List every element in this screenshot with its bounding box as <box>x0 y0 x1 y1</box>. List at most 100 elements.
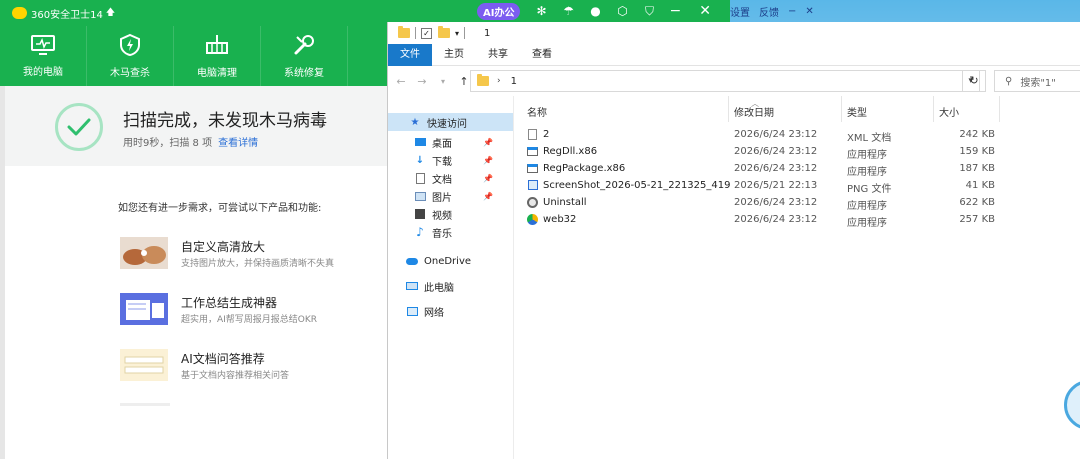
music-icon: ♪ <box>416 225 424 239</box>
search-input[interactable]: ⚲ 搜索"1" <box>994 70 1080 92</box>
xml-file-icon <box>527 128 538 140</box>
column-header-type[interactable]: 类型 <box>847 104 867 119</box>
sidebar-item-downloads[interactable]: ↓ 下载 📌 <box>414 151 513 169</box>
file-name: Uninstall <box>543 196 587 208</box>
product-name: 自定义高清放大 <box>181 240 266 254</box>
back-arrow-icon[interactable]: ← <box>393 75 409 88</box>
product-name: 工作总结生成神器 <box>181 296 278 310</box>
recent-dropdown-icon[interactable]: ▾ <box>435 77 451 86</box>
file-type: 应用程序 <box>847 150 887 161</box>
tab-home[interactable]: 主页 <box>432 44 476 66</box>
nav-system-repair[interactable]: 系统修复 <box>261 26 348 86</box>
sidebar-item-network[interactable]: 网络 <box>406 302 513 320</box>
sidebar-item-pictures[interactable]: 图片 📌 <box>414 187 513 205</box>
file-row[interactable]: ScreenShot_2026-05-21_221325_419 2026/5/… <box>515 177 1080 195</box>
view-details-link[interactable]: 查看详情 <box>218 138 258 149</box>
pin-icon[interactable]: 📌 <box>483 138 493 147</box>
feedback-link[interactable]: 反馈 <box>759 4 779 19</box>
shield-small-icon[interactable]: ⬡ <box>616 4 628 18</box>
sidebar-item-quick-access[interactable]: ★ 快速访问 <box>388 113 513 131</box>
document-icon <box>414 172 426 184</box>
breadcrumb[interactable]: 1 <box>511 76 517 87</box>
nav-trojan-scan[interactable]: 木马查杀 <box>87 26 174 86</box>
sidebar-item-desktop[interactable]: 桌面 📌 <box>414 133 513 151</box>
new-folder-icon[interactable] <box>438 26 450 38</box>
file-date: 2026/5/21 22:13 <box>734 180 818 191</box>
file-type: PNG 文件 <box>847 184 892 195</box>
product-item-ai-doc-qa[interactable]: AI文档问答推荐 基于文档内容推荐相关问答 <box>120 349 420 389</box>
tab-share[interactable]: 共享 <box>476 44 520 66</box>
sidebar-item-this-pc[interactable]: 此电脑 <box>406 277 513 295</box>
column-divider[interactable] <box>841 96 842 122</box>
tab-view[interactable]: 查看 <box>520 44 564 66</box>
scan-headline: 扫描完成，未发现木马病毒 <box>123 111 327 131</box>
column-divider[interactable] <box>728 96 729 122</box>
tab-file[interactable]: 文件 <box>388 43 432 66</box>
file-name: RegPackage.x86 <box>543 162 626 174</box>
column-header-date[interactable]: 修改日期 <box>734 104 774 119</box>
file-row[interactable]: 2 2026/6/24 23:12 XML 文档 242 KB <box>515 126 1080 144</box>
minimize-icon[interactable]: − <box>788 6 796 17</box>
user-icon[interactable]: ● <box>589 4 601 18</box>
shield-icon <box>120 33 140 57</box>
sun-icon[interactable]: ✻ <box>535 4 547 18</box>
umbrella-icon[interactable]: ☂ <box>562 4 574 18</box>
minimize-icon[interactable]: − <box>669 3 681 19</box>
exe-file-icon <box>527 162 538 174</box>
properties-icon[interactable]: ✓ <box>421 27 432 39</box>
window-title: 1 <box>484 27 491 39</box>
address-bar[interactable]: › 1 ▾ <box>470 70 980 92</box>
star-icon: ★ <box>410 116 420 128</box>
product-desc: 支持图片放大，并保持画质清晰不失真 <box>181 259 335 269</box>
product-item-work-summary[interactable]: 工作总结生成神器 超实用，AI帮写周报月报总结OKR <box>120 293 420 333</box>
close-icon[interactable]: ✕ <box>699 3 711 19</box>
file-row[interactable]: RegDll.x86 2026/6/24 23:12 应用程序 159 KB <box>515 143 1080 161</box>
file-row[interactable]: RegPackage.x86 2026/6/24 23:12 应用程序 187 … <box>515 160 1080 178</box>
product-item-upscale[interactable]: 自定义高清放大 支持图片放大，并保持画质清晰不失真 <box>120 237 420 277</box>
file-size: 242 KB <box>959 129 995 140</box>
refresh-button[interactable]: ↻ <box>962 70 986 92</box>
file-row[interactable]: web32 2026/6/24 23:12 应用程序 257 KB <box>515 211 1080 229</box>
food-photo-thumbnail <box>120 237 168 269</box>
customize-dropdown-icon[interactable]: ▾ <box>455 29 459 38</box>
nav-label: 系统修复 <box>284 68 324 79</box>
sidebar-label: 图片 <box>432 192 452 204</box>
nav-cleanup[interactable]: 电脑清理 <box>174 26 261 86</box>
upgrade-arrow-icon[interactable]: 🡅 <box>106 5 115 21</box>
column-divider[interactable] <box>933 96 934 122</box>
video-icon <box>414 208 426 220</box>
more-prompt: 如您还有进一步需求，可尝试以下产品和功能: <box>118 203 322 214</box>
sidebar-label: 下载 <box>432 156 452 168</box>
list-fade <box>120 403 170 406</box>
sidebar-item-music[interactable]: ♪ 音乐 <box>414 223 513 241</box>
column-divider[interactable] <box>999 96 1000 122</box>
pin-icon[interactable]: 📌 <box>483 174 493 183</box>
nav-label: 电脑清理 <box>197 68 237 79</box>
work-summary-thumbnail <box>120 293 168 325</box>
file-name: RegDll.x86 <box>543 145 598 157</box>
forward-arrow-icon[interactable]: → <box>414 75 430 88</box>
file-size: 622 KB <box>959 197 995 208</box>
nav-my-computer[interactable]: 我的电脑 <box>0 26 87 86</box>
product-desc: 超实用，AI帮写周报月报总结OKR <box>181 315 318 325</box>
settings-link[interactable]: 设置 <box>730 4 750 19</box>
column-header-size[interactable]: 大小 <box>939 104 959 119</box>
pin-icon[interactable]: 📌 <box>483 156 493 165</box>
ai-office-button[interactable]: AI办公 <box>477 2 521 20</box>
shirt-icon[interactable]: ⛉ <box>643 4 655 18</box>
floating-toolbar: AI办公 ✻ ☂ ● ⬡ ⛉ − ✕ <box>430 0 730 22</box>
sidebar-item-documents[interactable]: 文档 📌 <box>414 169 513 187</box>
sidebar-item-videos[interactable]: 视频 <box>414 205 513 223</box>
desktop-icon <box>414 136 426 148</box>
sidebar-item-onedrive[interactable]: OneDrive <box>406 252 513 270</box>
file-row[interactable]: Uninstall 2026/6/24 23:12 应用程序 622 KB <box>515 194 1080 212</box>
cloud-icon <box>406 255 418 267</box>
close-icon[interactable]: ✕ <box>805 6 813 17</box>
png-file-icon <box>527 179 538 191</box>
search-icon: ⚲ <box>1005 75 1013 87</box>
monitor-icon <box>31 35 55 55</box>
breadcrumb-chevron-icon[interactable]: › <box>497 76 501 86</box>
pin-icon[interactable]: 📌 <box>483 192 493 201</box>
column-header-name[interactable]: 名称 <box>527 104 547 119</box>
file-date: 2026/6/24 23:12 <box>734 197 818 208</box>
